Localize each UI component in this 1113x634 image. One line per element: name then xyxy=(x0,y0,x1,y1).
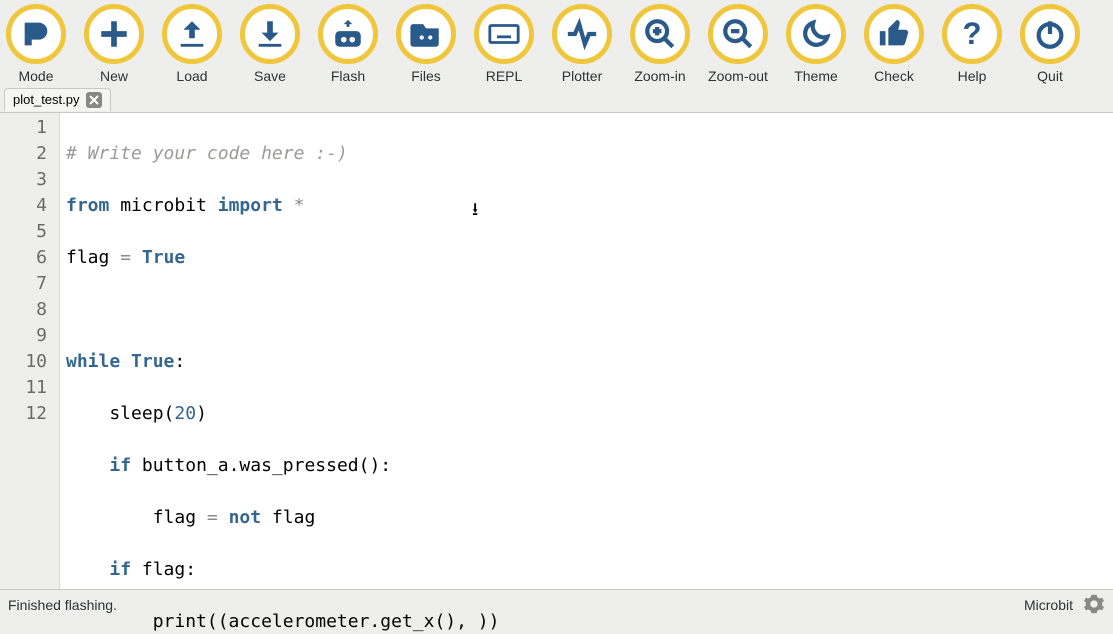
line-number: 8 xyxy=(0,297,59,323)
mode-icon xyxy=(6,4,66,64)
zoom-out-button[interactable]: Zoom-out xyxy=(708,4,768,84)
toolbar: Mode New Load Save Flash Files REPL Plot… xyxy=(0,0,1113,86)
check-button[interactable]: Check xyxy=(864,4,924,84)
files-button[interactable]: Files xyxy=(396,4,456,84)
help-button[interactable]: ? Help xyxy=(942,4,1002,84)
thumbs-up-icon xyxy=(864,4,924,64)
flash-button[interactable]: Flash xyxy=(318,4,378,84)
line-number: 2 xyxy=(0,141,59,167)
tool-label: New xyxy=(100,68,128,84)
plotter-button[interactable]: Plotter xyxy=(552,4,612,84)
line-number: 11 xyxy=(0,375,59,401)
load-button[interactable]: Load xyxy=(162,4,222,84)
tool-label: Save xyxy=(254,68,286,84)
robot-down-icon xyxy=(318,4,378,64)
tab-bar: plot_test.py xyxy=(0,86,1113,112)
cursor-indicator-icon: ⭳ xyxy=(472,197,478,223)
line-gutter: 1 2 3 4 5 6 7 8 9 10 11 12 xyxy=(0,113,60,589)
tool-label: Check xyxy=(874,68,914,84)
keyboard-icon xyxy=(474,4,534,64)
tool-label: Files xyxy=(411,68,441,84)
code-area[interactable]: # Write your code here :-) from microbit… xyxy=(60,113,1113,589)
power-icon xyxy=(1020,4,1080,64)
moon-icon xyxy=(786,4,846,64)
tool-label: Quit xyxy=(1037,68,1063,84)
line-number: 1 xyxy=(0,115,59,141)
line-number: 10 xyxy=(0,349,59,375)
line-number: 12 xyxy=(0,401,59,427)
line-number: 9 xyxy=(0,323,59,349)
tab-filename: plot_test.py xyxy=(13,92,80,107)
line-number: 5 xyxy=(0,219,59,245)
tool-label: Zoom-in xyxy=(634,68,685,84)
save-button[interactable]: Save xyxy=(240,4,300,84)
line-number: 4 xyxy=(0,193,59,219)
tab-file[interactable]: plot_test.py xyxy=(4,88,111,111)
editor: 1 2 3 4 5 6 7 8 9 10 11 12 # Write your … xyxy=(0,112,1113,590)
line-number: 6 xyxy=(0,245,59,271)
question-icon: ? xyxy=(942,4,1002,64)
zoom-in-icon xyxy=(630,4,690,64)
tab-close-button[interactable] xyxy=(86,92,102,108)
tool-label: REPL xyxy=(486,68,523,84)
theme-button[interactable]: Theme xyxy=(786,4,846,84)
tool-label: Help xyxy=(958,68,987,84)
folder-robot-icon xyxy=(396,4,456,64)
download-icon xyxy=(240,4,300,64)
repl-button[interactable]: REPL xyxy=(474,4,534,84)
zoom-out-icon xyxy=(708,4,768,64)
line-number: 3 xyxy=(0,167,59,193)
tool-label: Theme xyxy=(794,68,838,84)
new-button[interactable]: New xyxy=(84,4,144,84)
tool-label: Plotter xyxy=(562,68,602,84)
upload-icon xyxy=(162,4,222,64)
line-number: 7 xyxy=(0,271,59,297)
pulse-icon xyxy=(552,4,612,64)
mode-button[interactable]: Mode xyxy=(6,4,66,84)
tool-label: Flash xyxy=(331,68,365,84)
svg-text:?: ? xyxy=(962,17,981,51)
tool-label: Zoom-out xyxy=(708,68,768,84)
tool-label: Mode xyxy=(18,68,53,84)
zoom-in-button[interactable]: Zoom-in xyxy=(630,4,690,84)
tool-label: Load xyxy=(176,68,207,84)
plus-icon xyxy=(84,4,144,64)
quit-button[interactable]: Quit xyxy=(1020,4,1080,84)
